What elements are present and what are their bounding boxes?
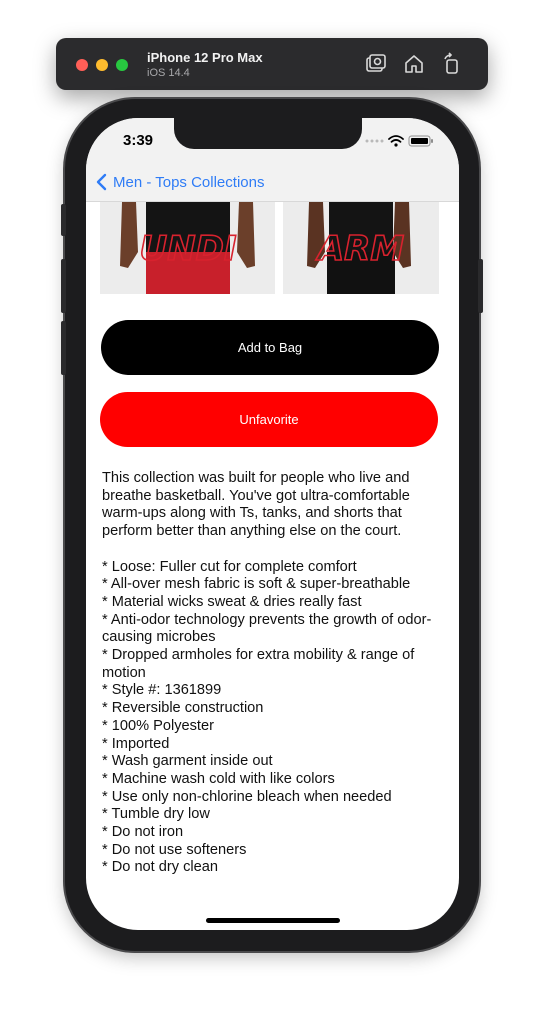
product-photo-right: ARM (283, 202, 439, 294)
description-bullet: * Tumble dry low (102, 806, 210, 823)
product-image[interactable]: ARM (283, 202, 439, 294)
volume-up-button (61, 259, 66, 313)
status-icons (365, 135, 433, 147)
chevron-left-icon (96, 173, 107, 191)
screenshot-icon[interactable] (364, 52, 388, 76)
volume-down-button (61, 321, 66, 375)
simulator-os-version: iOS 14.4 (147, 67, 190, 79)
description-bullet: * Loose: Fuller cut for complete comfort (102, 558, 357, 575)
zoom-window-button[interactable] (116, 59, 128, 71)
close-window-button[interactable] (76, 59, 88, 71)
product-graphic-text-right: ARM (315, 229, 404, 269)
description-bullet: * Use only non-chlorine bleach when need… (102, 788, 392, 805)
description-bullet: * Dropped armholes for extra mobility & … (102, 647, 415, 681)
description-bullet: * Wash garment inside out (102, 753, 273, 770)
description-bullet: * Do not use softeners (102, 841, 247, 858)
product-image[interactable]: UNDI (100, 202, 275, 294)
wifi-icon (388, 135, 404, 143)
side-button (478, 259, 483, 313)
unfavorite-button[interactable]: Unfavorite (100, 392, 438, 447)
minimize-window-button[interactable] (96, 59, 108, 71)
product-detail-content: UNDI ARM Add to Bag Unfavorite This coll… (86, 202, 459, 930)
description-bullet: * Reversible construction (102, 700, 264, 717)
description-bullet: * Imported (102, 735, 170, 752)
description-bullet: * Material wicks sweat & dries really fa… (102, 593, 362, 610)
description-bullet: * Machine wash cold with like colors (102, 770, 335, 787)
add-to-bag-button[interactable]: Add to Bag (101, 320, 439, 375)
description-intro: This collection was built for people who… (102, 470, 410, 540)
notch (174, 118, 362, 149)
description-bullet: * Style #: 1361899 (102, 682, 222, 699)
description-bullet: * Anti-odor technology prevents the grow… (102, 611, 432, 646)
rotate-icon[interactable] (440, 52, 464, 76)
description-bullet: * All-over mesh fabric is soft & super-b… (102, 576, 411, 593)
back-button[interactable]: Men - Tops Collections (96, 171, 264, 193)
home-indicator[interactable] (206, 918, 340, 923)
status-time: 3:39 (123, 132, 154, 149)
back-button-label: Men - Tops Collections (113, 173, 265, 191)
description-bullet: * Do not dry clean (102, 859, 219, 876)
navigation-bar: Men - Tops Collections (86, 162, 459, 202)
product-graphic-text-left: UNDI (140, 229, 237, 269)
mute-switch (61, 204, 66, 236)
simulator-device-name: iPhone 12 Pro Max (147, 50, 263, 65)
cellular-signal-icon (365, 139, 384, 143)
home-icon[interactable] (402, 52, 426, 76)
product-photo-left: UNDI (100, 202, 275, 294)
description-bullet: * Do not iron (102, 824, 184, 841)
description-bullet: * 100% Polyester (102, 717, 214, 734)
device-screen: 3:39 Men - Tops Collections UNDI ARM Add… (86, 118, 459, 930)
battery-icon (408, 135, 433, 147)
simulator-toolbar: iPhone 12 Pro Max iOS 14.4 (56, 38, 488, 90)
product-description: This collection was built for people who… (102, 470, 442, 877)
